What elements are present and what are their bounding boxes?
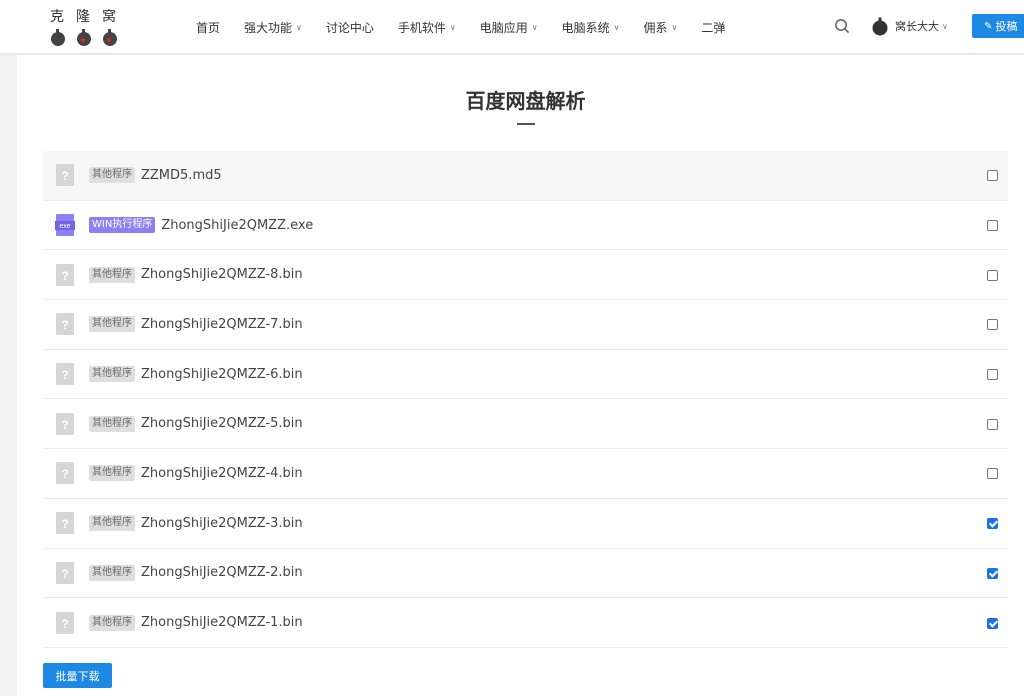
file-type-tag: 其他程序 (89, 167, 135, 184)
file-checkbox[interactable] (987, 319, 998, 331)
unknown-file-icon: ? (53, 461, 77, 485)
file-checkbox[interactable] (987, 518, 998, 530)
file-checkbox[interactable] (987, 617, 998, 629)
nav-item[interactable]: 首页 (196, 19, 220, 36)
chevron-down-icon: ∨ (671, 22, 678, 32)
file-type-tag: 其他程序 (89, 366, 135, 383)
nav-item[interactable]: 电脑应用 ∨ (480, 19, 538, 36)
file-name[interactable]: ZhongShiJie2QMZZ-8.bin (141, 267, 303, 282)
unknown-file-icon: ? (53, 362, 77, 386)
unknown-file-icon: ? (53, 412, 77, 436)
nav-item-label: 强大功能 (244, 20, 293, 35)
svg-text:?: ? (61, 567, 68, 581)
file-list: ? 其他程序 ZZMD5.md5 exe WIN执行程序 ZhongShiJie2QMZZ… (43, 151, 1008, 648)
nav-item[interactable]: 讨论中心 (326, 19, 374, 36)
search-icon[interactable] (834, 18, 850, 34)
chevron-down-icon: ∨ (531, 22, 538, 32)
file-type-tag: 其他程序 (89, 564, 135, 581)
file-type-tag: 其他程序 (89, 465, 135, 482)
nav-item[interactable]: 电脑系统 ∨ (562, 19, 620, 36)
file-checkbox[interactable] (987, 567, 998, 579)
unknown-file-icon: ? (53, 511, 77, 535)
svg-text:?: ? (61, 467, 68, 481)
unknown-file-icon: ? (53, 263, 77, 287)
svg-text:?: ? (61, 418, 68, 432)
file-name[interactable]: ZZMD5.md5 (141, 168, 222, 183)
exe-file-icon: exe (53, 213, 77, 237)
page-title: 百度网盘解析 (465, 89, 586, 113)
user-menu[interactable]: 窝长大大 ∨ (870, 15, 948, 37)
chevron-down-icon: ∨ (296, 22, 302, 32)
file-checkbox[interactable] (987, 468, 998, 480)
file-name[interactable]: ZhongShiJie2QMZZ-5.bin (141, 416, 303, 431)
file-type-tag: 其他程序 (89, 415, 135, 432)
site-logo[interactable]: 克隆窝 (44, 6, 124, 48)
svg-text:?: ? (61, 617, 68, 631)
file-name[interactable]: ZhongShiJie2QMZZ-3.bin (141, 516, 303, 531)
nav-item-label: 讨论中心 (325, 20, 374, 35)
contribute-button[interactable]: ✎ 投稿 (972, 14, 1024, 38)
file-row[interactable]: ? 其他程序 ZhongShiJie2QMZZ-4.bin (43, 449, 1008, 499)
main-nav: 首页 强大功能 ∨ 讨论中心 手机软件 ∨ 电脑应用 ∨ 电脑系统 ∨ 佣系 ∨ 二弹 (196, 0, 749, 54)
file-row[interactable]: ? 其他程序 ZhongShiJie2QMZZ-7.bin (43, 300, 1008, 350)
svg-text:?: ? (61, 368, 68, 382)
file-checkbox[interactable] (987, 170, 998, 182)
svg-text:?: ? (61, 169, 68, 183)
contribute-label: 投稿 (995, 20, 1018, 33)
file-row[interactable]: ? 其他程序 ZhongShiJie2QMZZ-8.bin (43, 250, 1008, 301)
file-type-tag: 其他程序 (89, 266, 135, 283)
edit-icon: ✎ (984, 20, 993, 32)
svg-text:?: ? (61, 517, 68, 531)
main-panel: 百度网盘解析 ? 其他程序 ZZMD5.md5 exe WIN执行程序 ZhongShiJ… (17, 55, 1024, 696)
batch-download-button[interactable]: 批量下载 (43, 663, 112, 688)
file-type-tag: 其他程序 (89, 515, 135, 532)
nav-item-label: 二弹 (701, 20, 726, 35)
file-checkbox[interactable] (987, 369, 998, 381)
file-row[interactable]: ? 其他程序 ZhongShiJie2QMZZ-6.bin (43, 350, 1008, 400)
svg-text:exe: exe (59, 223, 70, 230)
file-row[interactable]: ? 其他程序 ZhongShiJie2QMZZ-1.bin (43, 598, 1008, 648)
file-name[interactable]: ZhongShiJie2QMZZ-6.bin (141, 367, 303, 382)
file-row[interactable]: exe WIN执行程序 ZhongShiJie2QMZZ.exe (43, 201, 1008, 251)
nav-item-label: 电脑应用 (479, 20, 528, 35)
file-type-tag: 其他程序 (89, 614, 135, 631)
nav-item[interactable]: 手机软件 ∨ (398, 19, 456, 36)
unknown-file-icon: ? (53, 163, 77, 187)
file-row[interactable]: ? 其他程序 ZhongShiJie2QMZZ-3.bin (43, 499, 1008, 549)
file-row[interactable]: ? 其他程序 ZZMD5.md5 (43, 151, 1008, 201)
nav-item[interactable]: 强大功能 ∨ (244, 19, 302, 36)
unknown-file-icon: ? (53, 561, 77, 585)
file-row[interactable]: ? 其他程序 ZhongShiJie2QMZZ-2.bin (43, 549, 1008, 599)
chevron-down-icon: ∨ (942, 21, 948, 31)
file-name[interactable]: ZhongShiJie2QMZZ.exe (161, 218, 313, 233)
unknown-file-icon: ? (53, 611, 77, 635)
file-name[interactable]: ZhongShiJie2QMZZ-1.bin (141, 615, 303, 630)
unknown-file-icon: ? (53, 312, 77, 336)
nav-item[interactable]: 二弹 (701, 19, 725, 36)
user-name: 窝长大大 (895, 20, 939, 33)
svg-text:?: ? (61, 269, 68, 283)
logo-heads-icon (51, 29, 117, 46)
chevron-down-icon: ∨ (449, 22, 456, 32)
file-name[interactable]: ZhongShiJie2QMZZ-2.bin (141, 565, 303, 580)
file-checkbox[interactable] (987, 220, 998, 232)
file-checkbox[interactable] (987, 269, 998, 281)
avatar-icon (872, 17, 888, 36)
logo-text: 克隆窝 (50, 9, 128, 25)
nav-item[interactable]: 佣系 ∨ (644, 19, 678, 36)
nav-item-label: 电脑系统 (561, 20, 610, 35)
chevron-down-icon: ∨ (613, 22, 620, 32)
nav-item-label: 佣系 (643, 20, 668, 35)
nav-item-label: 手机软件 (397, 20, 446, 35)
site-header: 克隆窝 首页 强大功能 ∨ 讨论中心 手机软件 ∨ 电脑应用 ∨ 电脑系统 ∨ 佣系 ∨ 二弹 窝长大大… (0, 0, 1024, 54)
nav-item-label: 首页 (196, 20, 221, 35)
svg-text:?: ? (61, 318, 68, 332)
title-underline (517, 123, 535, 125)
file-row[interactable]: ? 其他程序 ZhongShiJie2QMZZ-5.bin (43, 399, 1008, 450)
file-type-tag: 其他程序 (89, 316, 135, 333)
file-type-tag: WIN执行程序 (89, 217, 156, 234)
file-name[interactable]: ZhongShiJie2QMZZ-4.bin (141, 466, 303, 481)
file-name[interactable]: ZhongShiJie2QMZZ-7.bin (141, 317, 303, 332)
file-checkbox[interactable] (987, 418, 998, 430)
